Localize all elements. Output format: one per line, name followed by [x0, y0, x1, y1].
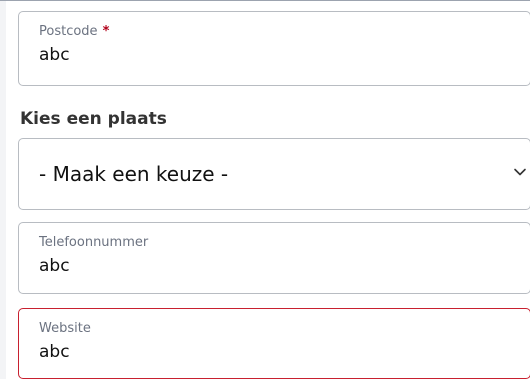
website-label: Website: [39, 321, 91, 336]
website-field[interactable]: Website abc: [18, 308, 530, 379]
phone-field[interactable]: Telefoonnummer abc: [18, 222, 530, 294]
contact-form: Postcode * abc Kies een plaats - Maak een…: [6, 1, 530, 379]
chevron-down-icon: [514, 168, 526, 176]
website-input[interactable]: abc: [39, 342, 70, 362]
postcode-label: Postcode *: [39, 24, 109, 40]
place-select-value: - Maak een keuze -: [39, 162, 229, 186]
postcode-input[interactable]: abc: [39, 45, 70, 65]
required-marker: *: [102, 24, 110, 39]
place-heading: Kies een plaats: [20, 109, 167, 129]
postcode-field[interactable]: Postcode * abc: [18, 11, 530, 86]
place-select[interactable]: - Maak een keuze -: [18, 138, 530, 210]
postcode-label-text: Postcode: [39, 24, 98, 39]
phone-input[interactable]: abc: [39, 256, 70, 276]
phone-label: Telefoonnummer: [39, 235, 149, 250]
